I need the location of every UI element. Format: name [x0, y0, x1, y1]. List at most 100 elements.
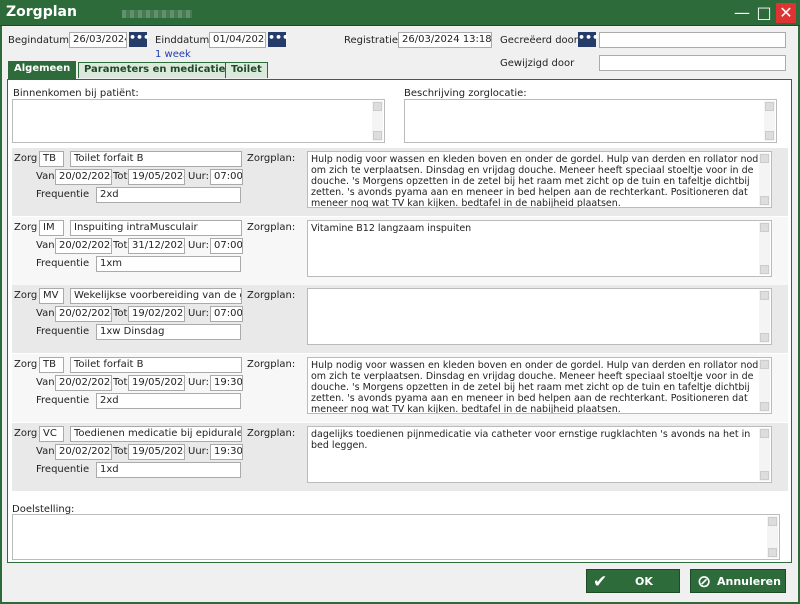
duration-text: 1 week: [155, 49, 191, 60]
uur-label: Uur:: [188, 171, 209, 182]
frequentie-field[interactable]: 1xd: [96, 462, 241, 478]
minimize-icon[interactable]: —: [732, 3, 752, 23]
van-label: Van: [36, 446, 55, 457]
tot-field[interactable]: 19/02/2025: [128, 306, 185, 322]
zorgplan-label: Zorgplan:: [247, 153, 296, 164]
redacted-text: [122, 10, 192, 18]
tot-field[interactable]: 19/05/2024: [128, 444, 185, 460]
begindatum-field[interactable]: 26/03/2024: [69, 32, 127, 48]
zorgplan-label: Zorgplan:: [247, 359, 296, 370]
check-icon: ✔: [593, 572, 608, 592]
tab-parameters-en-medicatie[interactable]: Parameters en medicatie: [78, 62, 232, 78]
gecreeerd-field: [599, 32, 786, 48]
uur-field[interactable]: 07:00: [210, 238, 243, 254]
van-field[interactable]: 20/02/2024: [55, 238, 112, 254]
zorg-name-field[interactable]: Inspuiting intraMusculair: [70, 220, 242, 236]
uur-label: Uur:: [188, 446, 209, 457]
zorg-code-field[interactable]: VC: [39, 426, 64, 442]
uur-field[interactable]: 19:30: [210, 375, 243, 391]
frequentie-label: Frequentie: [36, 189, 90, 200]
tot-field[interactable]: 31/12/2024: [128, 238, 185, 254]
zorg-name-field[interactable]: Toilet forfait B: [70, 357, 242, 373]
annuleren-button[interactable]: ⊘ Annuleren: [690, 569, 786, 593]
uur-label: Uur:: [188, 308, 209, 319]
window-title: Zorgplan: [6, 4, 77, 20]
van-label: Van: [36, 308, 55, 319]
zorgplan-textarea[interactable]: Hulp nodig voor wassen en kleden boven e…: [307, 357, 772, 414]
tot-field[interactable]: 19/05/2024: [128, 375, 185, 391]
zorgplan-textarea[interactable]: Vitamine B12 langzaam inspuiten: [307, 220, 772, 277]
zorg-code-field[interactable]: TB: [39, 357, 64, 373]
binnenkomen-textarea[interactable]: [12, 99, 385, 143]
zorg-row: ZorgVC Toedienen medicatie bij epidurale/…: [12, 423, 788, 491]
tab-toilet[interactable]: Toilet: [225, 62, 268, 78]
zorgplan-textarea[interactable]: dagelijks toedienen pijnmedicatie via ca…: [307, 426, 772, 483]
gecreeerd-label: Gecreëerd door: [500, 35, 578, 46]
gecreeerd-picker-button[interactable]: •••: [578, 32, 599, 47]
zorgplan-textarea[interactable]: Hulp nodig voor wassen en kleden boven e…: [307, 151, 772, 208]
uur-field[interactable]: 07:00: [210, 306, 243, 322]
zorgplan-text: Vitamine B12 langzaam inspuiten: [311, 223, 472, 234]
scrollbar[interactable]: [759, 290, 770, 343]
ok-button[interactable]: ✔ OK: [586, 569, 680, 593]
registratie-label: Registratie: [344, 35, 398, 46]
frequentie-field[interactable]: 1xm: [96, 256, 241, 272]
scrollbar[interactable]: [767, 516, 778, 558]
einddatum-label: Einddatum:: [155, 35, 213, 46]
scrollbar[interactable]: [759, 222, 770, 275]
tot-field[interactable]: 19/05/2024: [128, 169, 185, 185]
einddatum-picker-button[interactable]: •••: [268, 32, 289, 47]
zorgplan-label: Zorgplan:: [247, 290, 296, 301]
zorgplan-label: Zorgplan:: [247, 222, 296, 233]
uur-field[interactable]: 19:30: [210, 444, 243, 460]
cancel-icon: ⊘: [697, 572, 712, 592]
zorg-name-field[interactable]: Toilet forfait B: [70, 151, 242, 167]
scrollbar[interactable]: [759, 153, 770, 206]
van-field[interactable]: 20/02/2024: [55, 375, 112, 391]
van-label: Van: [36, 240, 55, 251]
zorgplan-text: dagelijks toedienen pijnmedicatie via ca…: [311, 429, 751, 451]
zorg-label: Zorg: [14, 359, 38, 370]
zorg-name-field[interactable]: Toedienen medicatie bij epidurale/intr: [70, 426, 242, 442]
tab-panel-algemeen: Binnenkomen bij patiënt: Beschrijving zo…: [7, 79, 792, 563]
frequentie-field[interactable]: 2xd: [96, 393, 241, 409]
scrollbar[interactable]: [764, 101, 775, 141]
van-field[interactable]: 20/02/2024: [55, 444, 112, 460]
maximize-icon[interactable]: □: [754, 3, 774, 23]
tot-label: Tot: [113, 446, 128, 457]
zorg-label: Zorg: [14, 222, 38, 233]
gewijzigd-field: [599, 55, 786, 71]
zorg-name-field[interactable]: Wekelijkse voorbereiding van de gene: [70, 288, 242, 304]
zorg-row: Zorg TB Toilet forfait B Van 20/02/2024 Tot 19…: [12, 148, 788, 216]
beschrijving-label: Beschrijving zorglocatie:: [404, 88, 527, 99]
frequentie-field[interactable]: 2xd: [96, 187, 241, 203]
beschrijving-textarea[interactable]: [404, 99, 777, 143]
zorg-code-field[interactable]: MV: [39, 288, 64, 304]
uur-field[interactable]: 07:00: [210, 169, 243, 185]
einddatum-field[interactable]: 01/04/2024: [209, 32, 266, 48]
zorgplan-label: Zorgplan:: [247, 428, 296, 439]
van-label: Van: [36, 377, 55, 388]
scrollbar[interactable]: [759, 428, 770, 481]
zorg-label: Zorg: [14, 428, 38, 439]
van-label: Van: [36, 171, 55, 182]
zorg-row: ZorgMV Wekelijkse voorbereiding van de ge…: [12, 285, 788, 353]
tab-algemeen[interactable]: Algemeen: [8, 61, 77, 79]
begindatum-picker-button[interactable]: •••: [129, 32, 150, 47]
zorgplan-textarea[interactable]: [307, 288, 772, 345]
uur-label: Uur:: [188, 377, 209, 388]
van-field[interactable]: 20/02/2024: [55, 306, 112, 322]
zorg-code-field[interactable]: TB: [39, 151, 64, 167]
frequentie-label: Frequentie: [36, 464, 90, 475]
doelstelling-textarea[interactable]: [12, 514, 780, 560]
zorg-code-field[interactable]: IM: [39, 220, 64, 236]
scrollbar[interactable]: [759, 359, 770, 412]
frequentie-label: Frequentie: [36, 326, 90, 337]
scrollbar[interactable]: [372, 101, 383, 141]
zorg-label: Zorg: [14, 290, 38, 301]
van-field[interactable]: 20/02/2024: [55, 169, 112, 185]
tot-label: Tot: [113, 240, 128, 251]
close-icon[interactable]: ✕: [776, 3, 796, 23]
frequentie-label: Frequentie: [36, 258, 90, 269]
frequentie-field[interactable]: 1xw Dinsdag: [96, 324, 241, 340]
